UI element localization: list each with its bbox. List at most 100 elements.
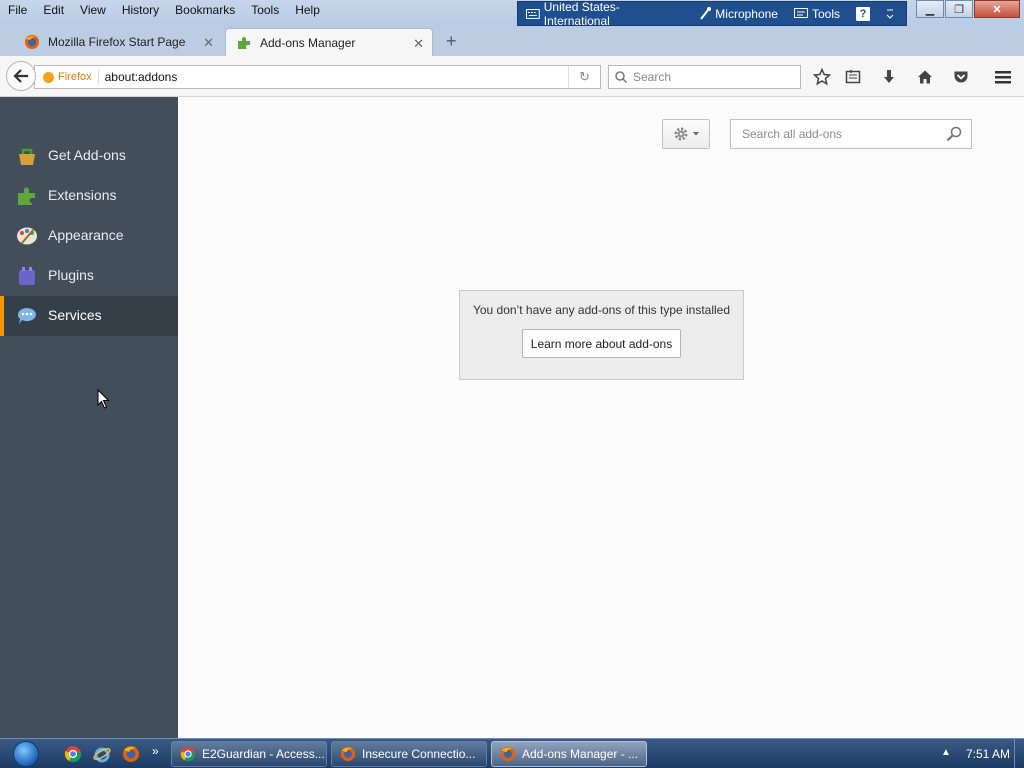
addon-search-input[interactable]: Search all add-ons [730, 119, 972, 149]
language-help-button[interactable]: ? [848, 2, 878, 25]
shopping-bag-icon [19, 148, 35, 165]
firefox-icon [500, 746, 516, 762]
puzzle-piece-icon [238, 36, 250, 49]
window-controls: ▁ ❐ ✕ [915, 0, 1020, 18]
close-window-button[interactable]: ✕ [974, 0, 1020, 18]
category-appearance[interactable]: Appearance [0, 216, 178, 256]
menu-tools[interactable]: Tools [243, 0, 287, 22]
category-label: Services [48, 307, 102, 323]
category-extensions[interactable]: Extensions [0, 176, 178, 216]
search-icon [615, 71, 627, 83]
tab-strip: Mozilla Firefox Start Page ✕ Add-ons Man… [0, 28, 1024, 56]
empty-list-message: You don’t have any add-ons of this type … [472, 303, 731, 317]
task-label: Insecure Connectio... [362, 747, 476, 761]
tools-gear-menu-button[interactable] [662, 119, 710, 149]
chrome-icon [180, 746, 196, 762]
category-sidebar: Get Add-ons Extensions Appearance Plugin… [0, 97, 178, 738]
firefox-icon[interactable] [122, 745, 140, 763]
back-button[interactable] [6, 61, 36, 91]
menu-history[interactable]: History [114, 0, 167, 22]
task-label: Add-ons Manager - ... [522, 747, 639, 761]
tab-label: Add-ons Manager [260, 35, 356, 50]
addon-search-placeholder: Search all add-ons [742, 127, 843, 141]
category-label: Extensions [48, 187, 117, 203]
pocket-button[interactable] [950, 67, 972, 87]
pocket-icon [954, 71, 968, 83]
microphone-label: Microphone [715, 6, 778, 21]
quick-launch-more[interactable]: » [152, 744, 159, 758]
keyboard-icon [526, 8, 540, 19]
internet-explorer-icon[interactable] [93, 745, 111, 763]
firefox-icon [25, 35, 39, 49]
speech-tools-icon [793, 7, 808, 18]
bookmarks-menu-icon [845, 70, 861, 84]
taskbar-window-e2guardian[interactable]: E2Guardian - Access... [171, 741, 327, 767]
show-hidden-icons-button[interactable]: ▲ [941, 747, 951, 758]
navigation-toolbar: Firefox about:addons ↻ Search [0, 56, 1024, 97]
microphone-icon [700, 6, 712, 20]
system-clock[interactable]: 7:51 AM [966, 747, 1010, 761]
chevron-down-icon [692, 132, 699, 136]
show-desktop-button[interactable] [1014, 739, 1024, 768]
gear-icon [674, 127, 687, 141]
plugin-block-icon [19, 267, 35, 285]
empty-list-notice: You don’t have any add-ons of this type … [459, 290, 744, 380]
menu-bookmarks[interactable]: Bookmarks [167, 0, 243, 22]
microphone-button[interactable]: Microphone [691, 2, 786, 25]
menu-view[interactable]: View [72, 0, 114, 22]
site-identity[interactable]: Firefox [35, 69, 99, 85]
minimize-button[interactable]: ▁ [916, 0, 944, 18]
url-text[interactable]: about:addons [105, 70, 178, 84]
reload-icon: ↻ [579, 69, 590, 84]
task-label: E2Guardian - Access... [202, 747, 325, 761]
downloads-button[interactable] [878, 67, 900, 87]
tab-firefox-start-page[interactable]: Mozilla Firefox Start Page ✕ [14, 28, 222, 56]
firefox-icon [340, 746, 356, 762]
search-placeholder: Search [633, 70, 672, 84]
category-get-addons[interactable]: Get Add-ons [0, 136, 178, 176]
hamburger-menu-icon [995, 71, 1011, 84]
new-tab-button[interactable]: + [446, 31, 457, 52]
back-arrow-icon [13, 69, 28, 83]
category-label: Plugins [48, 267, 94, 283]
close-tab-icon[interactable]: ✕ [413, 36, 424, 52]
menu-help[interactable]: Help [287, 0, 328, 22]
category-services[interactable]: Services [0, 296, 178, 336]
close-tab-icon[interactable]: ✕ [203, 35, 214, 51]
open-menu-button[interactable] [992, 67, 1014, 87]
language-bar-options[interactable] [878, 2, 906, 25]
help-icon: ? [856, 6, 870, 21]
chrome-icon[interactable] [64, 745, 82, 763]
taskbar-window-addons-manager[interactable]: Add-ons Manager - ... [491, 741, 647, 767]
language-selector[interactable]: United States-International [518, 0, 691, 28]
star-icon [813, 68, 831, 86]
addons-content-pane: Search all add-ons You don’t have any ad… [178, 97, 1024, 738]
mouse-cursor-icon [97, 389, 110, 409]
url-bar[interactable]: Firefox about:addons ↻ [34, 65, 601, 89]
start-button[interactable] [8, 740, 44, 768]
speech-tools-label: Tools [811, 6, 840, 21]
category-label: Appearance [48, 227, 124, 243]
tab-addons-manager[interactable]: Add-ons Manager ✕ [225, 28, 433, 56]
reading-list-button[interactable] [842, 67, 864, 87]
restore-icon: ❐ [954, 3, 964, 16]
speech-tools-button[interactable]: Tools [786, 2, 848, 25]
magnifier-icon [946, 126, 962, 142]
language-label: United States-International [543, 0, 620, 28]
bookmark-star-button[interactable] [811, 67, 833, 87]
reload-button[interactable]: ↻ [568, 66, 600, 88]
close-icon: ✕ [992, 3, 1002, 16]
plus-icon: + [446, 31, 457, 51]
restore-button[interactable]: ❐ [945, 0, 973, 18]
category-plugins[interactable]: Plugins [0, 256, 178, 296]
learn-more-button[interactable]: Learn more about add-ons [522, 329, 681, 358]
menu-edit[interactable]: Edit [35, 0, 72, 22]
home-button[interactable] [914, 67, 936, 87]
chevron-down-icon [886, 9, 894, 19]
tab-label: Mozilla Firefox Start Page [48, 35, 186, 49]
menu-file[interactable]: File [0, 0, 35, 22]
taskbar-window-insecure-connection[interactable]: Insecure Connectio... [331, 741, 487, 767]
speech-bubble-icon [17, 308, 36, 324]
web-search-input[interactable]: Search [608, 65, 801, 89]
home-icon [918, 70, 932, 84]
